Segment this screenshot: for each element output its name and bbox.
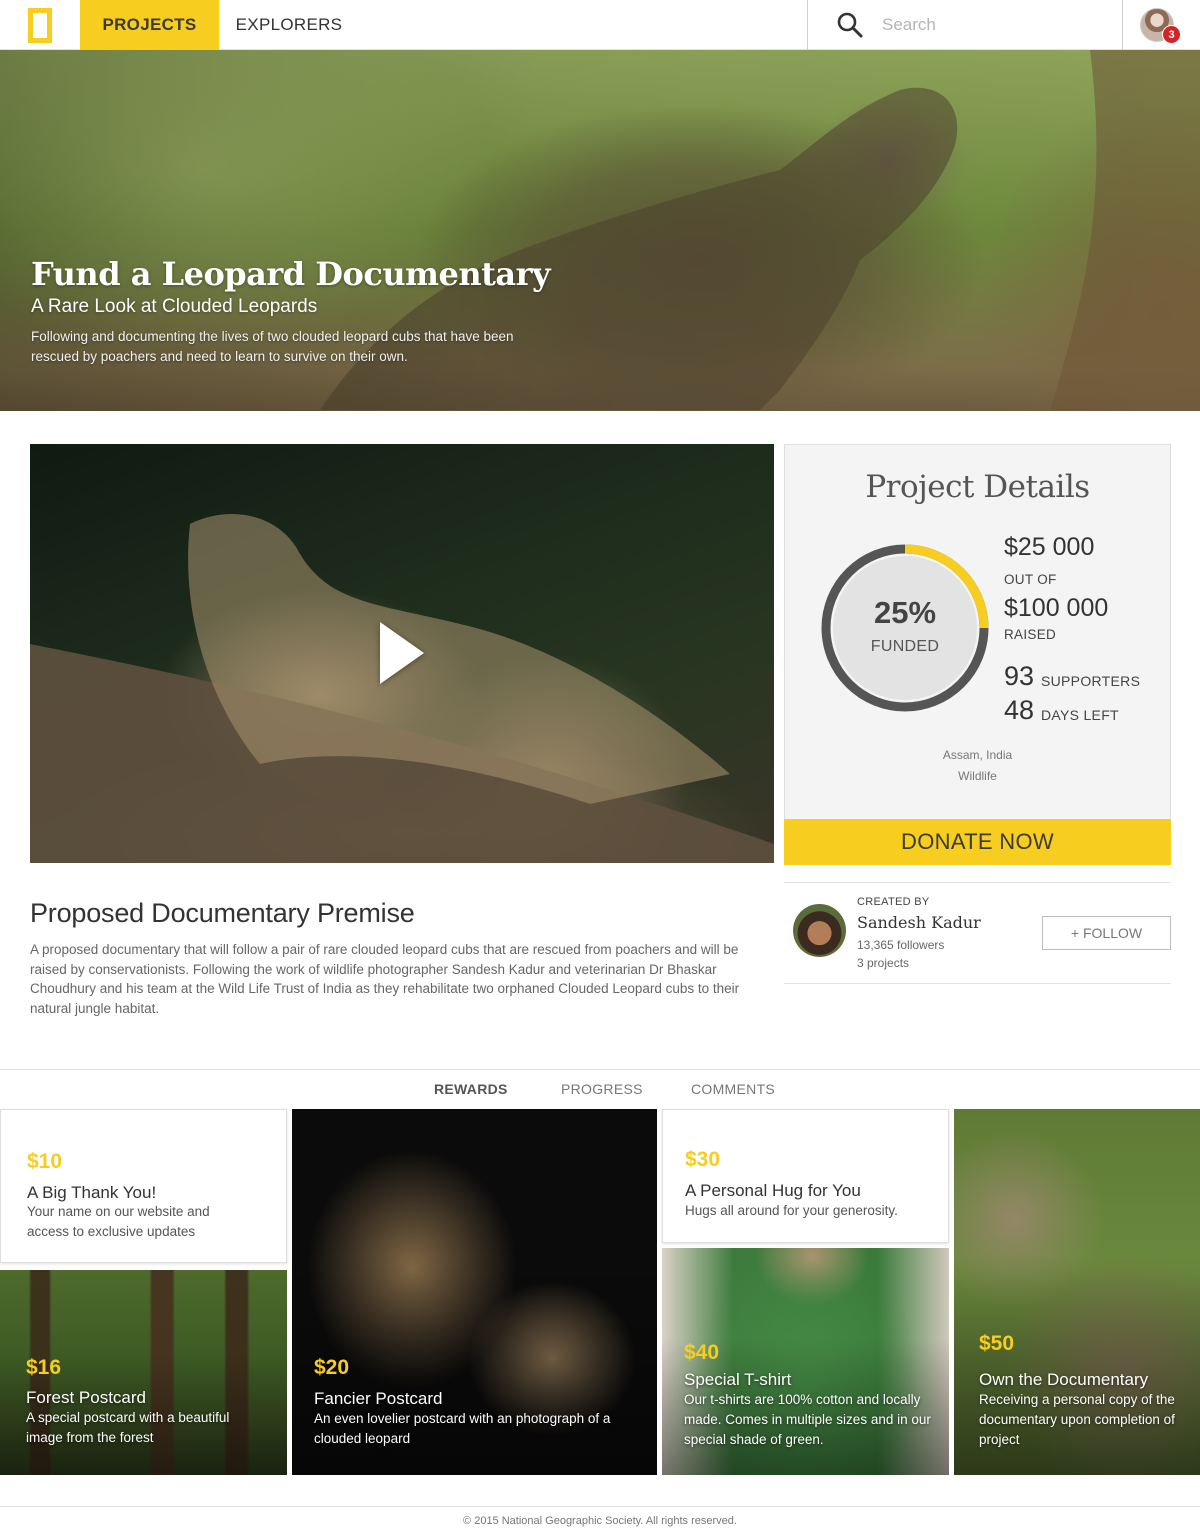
hero-subtitle: A Rare Look at Clouded Leopards	[31, 296, 318, 317]
donate-now-button[interactable]: DONATE NOW	[784, 819, 1171, 865]
play-icon[interactable]	[380, 622, 424, 684]
tab-comments[interactable]: COMMENTS	[691, 1081, 775, 1097]
hero-description: Following and documenting the lives of t…	[31, 329, 514, 364]
reward-title: Special T-shirt	[684, 1370, 792, 1389]
reward-description: Hugs all around for your generosity.	[685, 1203, 898, 1218]
reward-title: Own the Documentary	[979, 1370, 1149, 1389]
raised-amount: $25 000	[1004, 533, 1095, 561]
reward-price: $16	[26, 1356, 62, 1379]
search-icon[interactable]	[836, 11, 864, 39]
reward-description: A special postcard with a beautiful imag…	[26, 1410, 230, 1445]
premise-body: A proposed documentary that will follow …	[30, 942, 740, 1016]
hero-banner: Fund a Leopard Documentary A Rare Look a…	[0, 50, 1200, 411]
reward-description: Your name on our website and access to e…	[27, 1204, 210, 1239]
search-input[interactable]	[882, 12, 1102, 38]
supporters-label: SUPPORTERS	[1041, 673, 1141, 689]
footer-copyright: © 2015 National Geographic Society. All …	[463, 1515, 737, 1527]
reward-title: Fancier Postcard	[314, 1389, 443, 1408]
reward-price: $40	[684, 1341, 720, 1364]
reward-card-50[interactable]: $50 Own the Documentary Receiving a pers…	[954, 1109, 1200, 1475]
reward-card-40[interactable]: $40 Special T-shirt Our t-shirts are 100…	[662, 1248, 949, 1475]
reward-card-20[interactable]: $20 Fancier Postcard An even lovelier po…	[292, 1109, 657, 1475]
project-location: Assam, India	[942, 748, 1013, 762]
user-menu[interactable]: 3	[1140, 8, 1181, 44]
reward-description: Receiving a personal copy of the documen…	[979, 1392, 1175, 1447]
raised-label: RAISED	[1004, 627, 1057, 642]
tab-rewards[interactable]: REWARDS	[434, 1081, 508, 1097]
hero-title: Fund a Leopard Documentary	[31, 255, 551, 293]
notification-badge[interactable]: 3	[1162, 25, 1181, 44]
days-left-count: 48	[1004, 695, 1035, 725]
project-category: Wildlife	[958, 769, 997, 783]
reward-description: Our t-shirts are 100% cotton and locally…	[684, 1392, 931, 1447]
follow-button[interactable]: + FOLLOW	[1042, 916, 1171, 950]
supporters-count: 93	[1004, 661, 1035, 691]
search-bar	[807, 0, 1123, 50]
yellow-border-icon	[28, 7, 52, 43]
tab-progress[interactable]: PROGRESS	[561, 1081, 643, 1097]
funded-label: FUNDED	[870, 638, 940, 655]
reward-price: $10	[27, 1150, 63, 1173]
tabs-divider	[0, 1069, 1200, 1070]
days-left-label: DAYS LEFT	[1041, 707, 1119, 723]
reward-price: $50	[979, 1332, 1015, 1355]
reward-card-10[interactable]: $10 A Big Thank You! Your name on our we…	[0, 1109, 287, 1263]
creator-card: CREATED BY Sandesh Kadur 13,365 follower…	[784, 882, 1171, 984]
nav-tab-projects[interactable]: PROJECTS	[80, 0, 219, 50]
creator-followers: 13,365 followers	[857, 938, 945, 952]
reward-price: $20	[314, 1356, 350, 1379]
project-details-card: Project Details 25% FUNDED $25 000 OUT O…	[784, 444, 1171, 865]
reward-card-16[interactable]: $16 Forest Postcard A special postcard w…	[0, 1270, 287, 1475]
reward-price: $30	[685, 1148, 721, 1171]
footer-divider	[0, 1506, 1200, 1507]
nav-tab-explorers[interactable]: EXPLORERS	[219, 0, 359, 50]
premise-title: Proposed Documentary Premise	[30, 898, 415, 928]
creator-avatar[interactable]	[793, 904, 846, 957]
reward-title: Forest Postcard	[26, 1388, 146, 1407]
project-details-title: Project Details	[865, 469, 1090, 505]
created-by-label: CREATED BY	[857, 896, 930, 908]
reward-card-30[interactable]: $30 A Personal Hug for You Hugs all arou…	[662, 1109, 949, 1243]
creator-name[interactable]: Sandesh Kadur	[857, 913, 981, 932]
reward-title: A Personal Hug for You	[685, 1181, 861, 1200]
video-player[interactable]	[30, 444, 774, 863]
funded-percent: 25%	[873, 595, 937, 630]
goal-amount: $100 000	[1004, 594, 1109, 622]
reward-title: A Big Thank You!	[27, 1183, 157, 1202]
national-geographic-logo[interactable]	[0, 0, 80, 50]
creator-projects: 3 projects	[857, 956, 910, 970]
out-of-label: OUT OF	[1004, 572, 1057, 587]
top-nav: PROJECTS EXPLORERS 3	[0, 0, 1200, 50]
reward-description: An even lovelier postcard with an photog…	[314, 1411, 611, 1446]
